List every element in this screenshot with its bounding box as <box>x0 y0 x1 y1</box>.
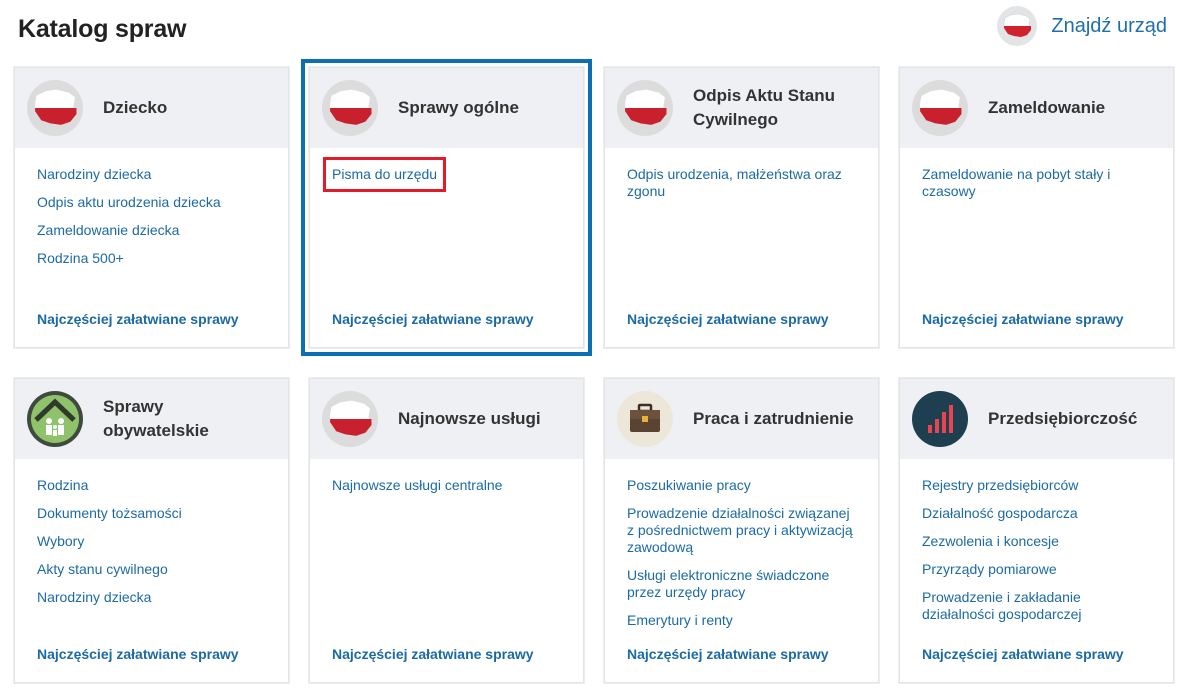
service-link[interactable]: Zameldowanie na pobyt stały i czasowy <box>922 166 1151 200</box>
most-common-link[interactable]: Najczęściej załatwiane sprawy <box>37 646 239 662</box>
most-common-link[interactable]: Najczęściej załatwiane sprawy <box>922 646 1124 662</box>
service-link[interactable]: Usługi elektroniczne świadczone przez ur… <box>627 567 856 601</box>
card-odpis-aktu: Odpis Aktu Stanu Cywilnego Odpis urodzen… <box>604 67 879 348</box>
card-links: Rodzina Dokumenty tożsamości Wybory Akty… <box>37 477 266 617</box>
poland-map-icon <box>997 6 1038 46</box>
service-link[interactable]: Narodziny dziecka <box>37 166 151 183</box>
service-link[interactable]: Najnowsze usługi centralne <box>332 477 502 494</box>
service-link[interactable]: Wybory <box>37 533 84 550</box>
find-office-label: Znajdź urząd <box>1051 14 1167 37</box>
card-header[interactable]: Sprawy obywatelskie <box>15 379 288 459</box>
service-link[interactable]: Dokumenty tożsamości <box>37 505 182 522</box>
card-header[interactable]: Zameldowanie <box>900 68 1173 148</box>
service-link[interactable]: Emerytury i renty <box>627 612 733 629</box>
service-link[interactable]: Działalność gospodarcza <box>922 505 1078 522</box>
most-common-link[interactable]: Najczęściej załatwiane sprawy <box>332 646 534 662</box>
poland-map-icon <box>322 80 378 136</box>
card-header[interactable]: Sprawy ogólne <box>310 68 583 148</box>
card-title[interactable]: Dziecko <box>103 96 167 120</box>
most-common-link[interactable]: Najczęściej załatwiane sprawy <box>922 311 1124 327</box>
card-title[interactable]: Odpis Aktu Stanu Cywilnego <box>693 84 863 132</box>
service-link[interactable]: Rejestry przedsiębiorców <box>922 477 1078 494</box>
card-header[interactable]: Dziecko <box>15 68 288 148</box>
card-links: Najnowsze usługi centralne <box>332 477 561 505</box>
card-title[interactable]: Sprawy obywatelskie <box>103 395 273 443</box>
card-title[interactable]: Sprawy ogólne <box>398 96 519 120</box>
service-link[interactable]: Pisma do urzędu <box>322 157 447 192</box>
poland-map-icon <box>27 80 83 136</box>
card-links: Zameldowanie na pobyt stały i czasowy <box>922 166 1151 211</box>
card-sprawy-ogolne: Sprawy ogólne Pisma do urzędu Najczęście… <box>301 59 592 356</box>
card-title[interactable]: Przedsiębiorczość <box>988 407 1137 431</box>
card-links: Rejestry przedsiębiorców Działalność gos… <box>922 477 1151 634</box>
card-header[interactable]: Przedsiębiorczość <box>900 379 1173 459</box>
service-link[interactable]: Odpis urodzenia, małżeństwa oraz zgonu <box>627 166 856 200</box>
service-link[interactable]: Zameldowanie dziecka <box>37 222 179 239</box>
service-link[interactable]: Zezwolenia i koncesje <box>922 533 1059 550</box>
card-header[interactable]: Praca i zatrudnienie <box>605 379 878 459</box>
card-header[interactable]: Odpis Aktu Stanu Cywilnego <box>605 68 878 148</box>
page-title: Katalog spraw <box>18 15 187 43</box>
card-sprawy-obywatelskie: Sprawy obywatelskie Rodzina Dokumenty to… <box>14 378 289 683</box>
card-header[interactable]: Najnowsze usługi <box>310 379 583 459</box>
most-common-link[interactable]: Najczęściej załatwiane sprawy <box>627 311 829 327</box>
category-grid: Dziecko Narodziny dziecka Odpis aktu uro… <box>14 59 1174 683</box>
most-common-link[interactable]: Najczęściej załatwiane sprawy <box>332 311 534 327</box>
briefcase-icon <box>617 391 673 447</box>
card-title[interactable]: Najnowsze usługi <box>398 407 541 431</box>
service-link[interactable]: Prowadzenie i zakładanie działalności go… <box>922 589 1151 623</box>
service-link[interactable]: Akty stanu cywilnego <box>37 561 168 578</box>
card-praca: Praca i zatrudnienie Poszukiwanie pracy … <box>604 378 879 683</box>
card-links: Pisma do urzędu <box>322 157 561 194</box>
card-links: Poszukiwanie pracy Prowadzenie działalno… <box>627 477 856 640</box>
service-link[interactable]: Przyrządy pomiarowe <box>922 561 1057 578</box>
card-links: Odpis urodzenia, małżeństwa oraz zgonu <box>627 166 856 211</box>
service-link[interactable]: Prowadzenie działalności związanej z poś… <box>627 505 856 556</box>
service-link[interactable]: Rodzina <box>37 477 88 494</box>
card-najnowsze-uslugi: Najnowsze usługi Najnowsze usługi centra… <box>309 378 584 683</box>
card-zameldowanie: Zameldowanie Zameldowanie na pobyt stały… <box>899 67 1174 348</box>
card-title[interactable]: Zameldowanie <box>988 96 1105 120</box>
card-title[interactable]: Praca i zatrudnienie <box>693 407 854 431</box>
card-przedsiebiorczosc: Przedsiębiorczość Rejestry przedsiębiorc… <box>899 378 1174 683</box>
most-common-link[interactable]: Najczęściej załatwiane sprawy <box>37 311 239 327</box>
poland-map-icon <box>912 80 968 136</box>
service-link[interactable]: Poszukiwanie pracy <box>627 477 751 494</box>
bar-chart-icon <box>912 391 968 447</box>
poland-map-icon <box>322 391 378 447</box>
most-common-link[interactable]: Najczęściej załatwiane sprawy <box>627 646 829 662</box>
poland-map-icon <box>617 80 673 136</box>
card-dziecko: Dziecko Narodziny dziecka Odpis aktu uro… <box>14 67 289 348</box>
service-link[interactable]: Narodziny dziecka <box>37 589 151 606</box>
card-links: Narodziny dziecka Odpis aktu urodzenia d… <box>37 166 266 278</box>
find-office-link[interactable]: Znajdź urząd <box>997 6 1167 46</box>
family-house-icon <box>27 391 83 447</box>
service-link[interactable]: Rodzina 500+ <box>37 250 124 267</box>
service-link[interactable]: Odpis aktu urodzenia dziecka <box>37 194 221 211</box>
